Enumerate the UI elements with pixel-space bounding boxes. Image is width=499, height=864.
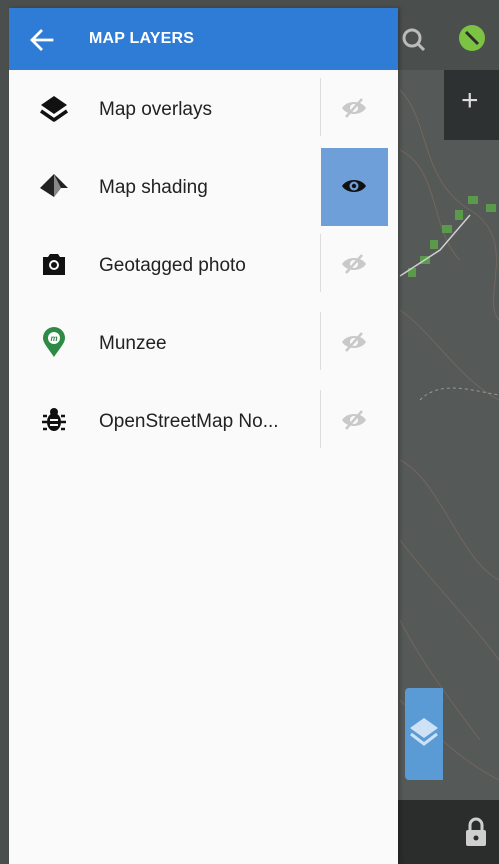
layer-row-geotagged-photo[interactable]: Geotagged photo — [9, 226, 398, 304]
map-gps-button[interactable] — [452, 14, 492, 58]
visibility-toggle[interactable] — [321, 70, 388, 148]
map-layers-button[interactable] — [405, 688, 443, 780]
search-icon — [402, 28, 426, 52]
visibility-toggle-active[interactable] — [321, 148, 388, 226]
arrow-left-icon — [30, 29, 54, 51]
layers-icon — [37, 91, 71, 125]
drawer-header: MAP LAYERS — [9, 8, 398, 70]
eye-icon — [342, 180, 366, 192]
eye-off-icon — [342, 410, 366, 430]
bug-icon — [37, 403, 71, 437]
lock-icon — [466, 817, 486, 846]
munzee-pin-icon: m — [37, 325, 71, 359]
layer-row-map-overlays[interactable]: Map overlays — [9, 70, 398, 148]
map-search-button[interactable] — [398, 8, 444, 70]
layer-row-munzee[interactable]: m Munzee — [9, 304, 398, 382]
mountain-icon — [37, 169, 71, 203]
visibility-toggle[interactable] — [321, 382, 388, 460]
eye-off-icon — [342, 254, 366, 274]
back-button[interactable] — [27, 25, 57, 55]
layer-label: Munzee — [99, 333, 167, 354]
layer-label: Map overlays — [99, 99, 212, 120]
visibility-toggle[interactable] — [321, 226, 388, 304]
layer-row-openstreetmap-notes[interactable]: OpenStreetMap No... — [9, 382, 398, 460]
layer-label: OpenStreetMap No... — [99, 411, 279, 432]
visibility-toggle[interactable] — [321, 304, 388, 382]
layer-label: Geotagged photo — [99, 255, 246, 276]
plus-icon: + — [461, 84, 479, 117]
eye-off-icon — [342, 98, 366, 118]
zoom-in-button[interactable]: + — [444, 70, 499, 140]
page-title: MAP LAYERS — [89, 30, 195, 47]
map-layers-drawer: MAP LAYERS Map overlays Map shading Geot… — [9, 8, 398, 864]
gps-satellite-icon — [459, 25, 485, 51]
lock-button[interactable] — [460, 814, 492, 852]
eye-off-icon — [342, 332, 366, 352]
layer-row-map-shading[interactable]: Map shading — [9, 148, 398, 226]
svg-text:m: m — [50, 334, 57, 343]
layers-icon — [410, 718, 438, 746]
layer-label: Map shading — [99, 177, 208, 198]
camera-icon — [37, 247, 71, 281]
